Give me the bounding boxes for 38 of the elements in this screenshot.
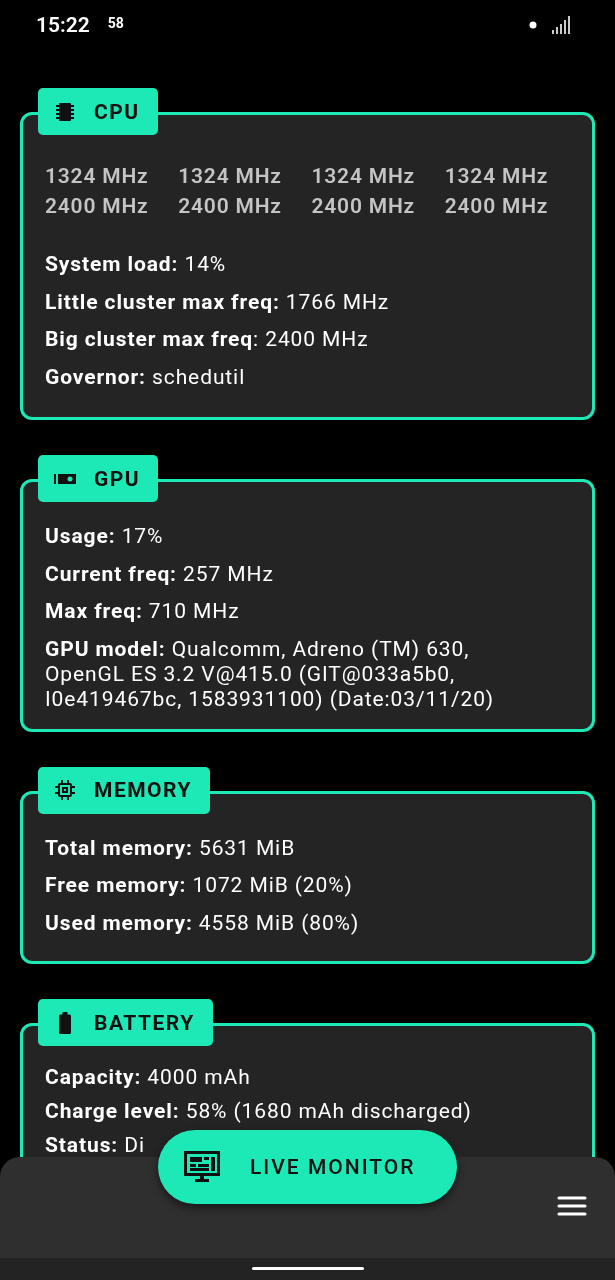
signal-icon (551, 16, 571, 34)
info-line: Little cluster max freq: 1766 MHz (45, 288, 391, 316)
info-line: GPU model: Qualcomm, Adreno (TM) 630, OpenGL ES 3.2 V@415.0 (GIT@033a5b0, I0e419467bc, 1583931100) (Date:03/11/20) (45, 636, 496, 712)
core-frequency: 2400 MHz (444, 194, 550, 218)
chip-icon (55, 780, 75, 800)
core-frequency: 1324 MHz (444, 164, 550, 188)
info-line: Used memory: 4558 MiB (80%) (45, 909, 361, 937)
core-frequency: 1324 MHz (311, 164, 416, 188)
menu-icon (557, 1195, 587, 1216)
info-line: Usage: 17% (45, 523, 165, 550)
info-line: Current freq: 257 MHz (45, 560, 275, 588)
info-line: Capacity: 4000 mAh (45, 1064, 252, 1091)
section-header: CPU (38, 88, 158, 135)
graphics-card-icon (54, 472, 76, 485)
info-line: Max freq: 710 MHz (45, 598, 241, 625)
info-line: Status: Di (45, 1132, 146, 1159)
dot-icon (529, 21, 537, 29)
core-frequency: 2400 MHz (45, 194, 150, 218)
chip-icon (56, 101, 74, 122)
info-line: Free memory: 1072 MiB (20%) (45, 872, 354, 899)
core-frequency: 1324 MHz (178, 164, 283, 188)
info-line: Total memory: 5631 MiB (45, 834, 297, 862)
home-handle[interactable] (251, 1267, 364, 1270)
info-line: System load: 14% (45, 251, 228, 278)
core-frequency: 2400 MHz (311, 194, 416, 218)
info-line: Governor: schedutil (45, 363, 247, 391)
notification-count: 58 (107, 15, 124, 31)
monitor-icon (184, 1151, 220, 1183)
section-header: GPU (38, 455, 159, 502)
info-line: Charge level: 58% (1680 mAh discharged) (45, 1098, 473, 1125)
core-frequency: 1324 MHz (45, 164, 150, 188)
section-header: BATTERY (38, 999, 213, 1046)
core-frequency: 2400 MHz (178, 194, 283, 218)
live-monitor-button[interactable]: LIVE MONITOR (158, 1130, 457, 1204)
clock-time: 15:22 (36, 13, 90, 37)
info-line: Big cluster max freq: 2400 MHz (45, 326, 370, 353)
section-header: MEMORY (38, 766, 211, 814)
battery-icon (59, 1011, 71, 1034)
